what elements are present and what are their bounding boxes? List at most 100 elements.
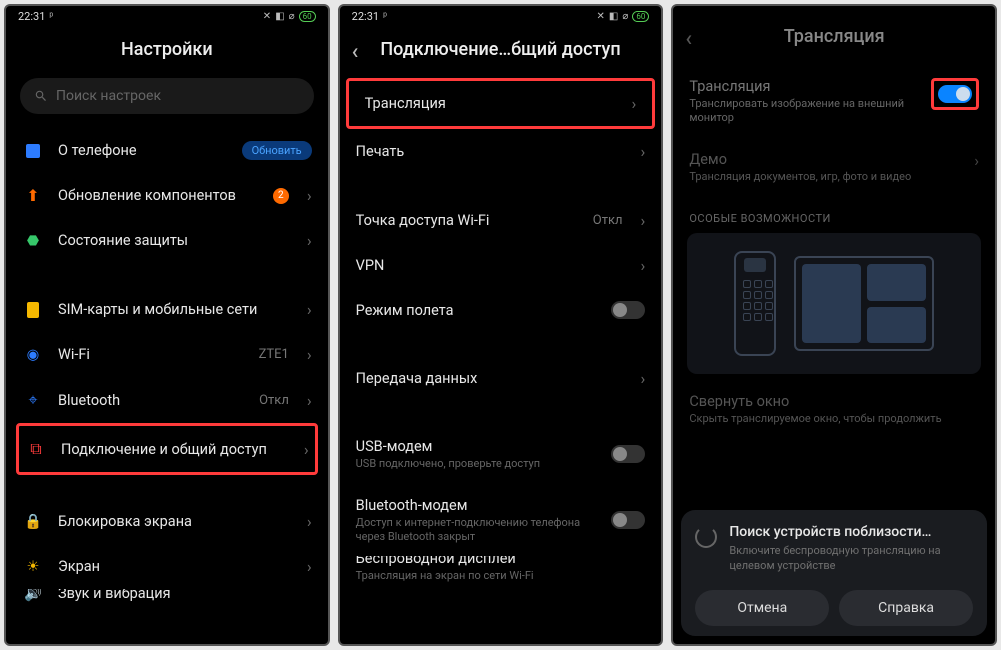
status-time: 22:31 [18, 10, 45, 23]
row-data-usage[interactable]: Передача данных › [340, 356, 662, 401]
chevron-right-icon: › [307, 345, 312, 364]
status-time: 22:31 [352, 10, 379, 23]
row-lock-screen[interactable]: 🔒 Блокировка экрана › [6, 499, 328, 544]
battery-icon: 60 [632, 11, 649, 22]
row-minimize[interactable]: Свернуть окно Скрыть транслируемое окно,… [673, 380, 995, 439]
row-label: Подключение и общий доступ [61, 441, 286, 458]
row-hotspot[interactable]: Точка доступа Wi-Fi Откл › [340, 198, 662, 243]
row-wifi[interactable]: ◉ Wi-Fi ZTE1 › [6, 332, 328, 377]
row-label: Передача данных [356, 370, 623, 387]
row-sublabel: Транслировать изображение на внешний мон… [689, 97, 917, 125]
row-value: ZTE1 [259, 347, 289, 362]
dnd-icon: ✕ [263, 11, 271, 22]
cast-diagram [687, 233, 981, 374]
row-label: Режим полета [356, 302, 598, 319]
usb-tether-toggle[interactable] [611, 445, 645, 463]
row-label: О телефоне [58, 142, 228, 159]
row-label: Состояние защиты [58, 232, 289, 249]
share-icon: ⧉ [25, 439, 47, 459]
row-label: Bluetooth [58, 392, 245, 409]
page-header: ‹ Подключение…бщий доступ [340, 25, 662, 78]
row-vpn[interactable]: VPN › [340, 243, 662, 288]
row-label: Печать [356, 143, 623, 160]
row-label: Звук и вибрация [58, 589, 312, 602]
row-sublabel: Трансляция документов, игр, фото и видео [689, 170, 956, 184]
row-display[interactable]: ☀ Экран › [6, 544, 328, 589]
row-sim-cards[interactable]: SIM-карты и мобильные сети › [6, 287, 328, 332]
chevron-right-icon: › [641, 211, 646, 230]
cast-toggle[interactable] [938, 85, 972, 103]
chevron-right-icon: › [641, 142, 646, 161]
chevron-right-icon: › [974, 151, 979, 170]
highlight-connection-sharing: ⧉ Подключение и общий доступ › [16, 423, 318, 475]
row-demo[interactable]: Демо Трансляция документов, игр, фото и … [673, 138, 995, 197]
row-cast[interactable]: Трансляция › [349, 81, 653, 126]
monitor-icon [794, 256, 934, 351]
phone-cast: ‹ Трансляция Трансляция Транслировать из… [671, 4, 997, 646]
row-connection-sharing[interactable]: ⧉ Подключение и общий доступ › [19, 426, 315, 472]
upload-icon: ⬆ [22, 186, 44, 205]
row-usb-tether[interactable]: USB-модем USB подключено, проверьте дост… [340, 425, 662, 484]
phone-info-icon [22, 144, 44, 158]
chevron-right-icon: › [307, 231, 312, 250]
row-label: SIM-карты и мобильные сети [58, 301, 289, 318]
status-bar: 22:31 ᵖ ✕ ◧ ⌀ 60 [6, 6, 328, 25]
update-button[interactable]: Обновить [242, 141, 312, 160]
row-airplane[interactable]: Режим полета [340, 288, 662, 332]
chevron-right-icon: › [641, 369, 646, 388]
help-button[interactable]: Справка [839, 590, 973, 626]
row-sublabel: Доступ к интернет-подключению телефона ч… [356, 516, 598, 544]
chevron-right-icon: › [307, 557, 312, 576]
row-cast[interactable]: Трансляция Транслировать изображение на … [673, 65, 995, 138]
notification-icon: ᵖ [383, 11, 387, 22]
row-sublabel: USB подключено, проверьте доступ [356, 457, 598, 471]
chevron-right-icon: › [641, 256, 646, 275]
page-title: Настройки [6, 25, 328, 78]
row-label: Wi-Fi [58, 346, 245, 363]
row-print[interactable]: Печать › [340, 129, 662, 174]
row-label: Экран [58, 558, 289, 575]
row-system-updates[interactable]: ⬆ Обновление компонентов 2 › [6, 173, 328, 218]
page-header: ‹ Трансляция [673, 12, 995, 65]
row-label: USB-модем [356, 438, 598, 455]
brightness-icon: ☀ [22, 558, 44, 575]
search-input[interactable]: Поиск настроек [20, 78, 314, 114]
row-label: Трансляция [689, 78, 917, 95]
back-button[interactable]: ‹ [685, 26, 692, 51]
chevron-right-icon: › [632, 94, 637, 113]
search-icon [34, 89, 48, 103]
row-label: Свернуть окно [689, 393, 979, 410]
sharing-list: Трансляция › Печать › Точка доступа Wi-F… [340, 78, 662, 644]
row-label: Демо [689, 151, 956, 168]
highlight-cast: Трансляция › [346, 78, 656, 129]
sheet-title: Поиск устройств поблизости… [729, 524, 973, 540]
row-label: Точка доступа Wi-Fi [356, 212, 579, 229]
page-title: Трансляция [784, 26, 885, 47]
dnd-icon: ✕ [596, 11, 604, 22]
row-bluetooth[interactable]: ⌖ Bluetooth Откл › [6, 377, 328, 423]
row-label: Bluetooth-модем [356, 497, 598, 514]
battery-icon: 60 [299, 11, 316, 22]
back-button[interactable]: ‹ [352, 39, 359, 64]
row-sound[interactable]: 🔊 Звук и вибрация [6, 589, 328, 606]
signal-icon: ◧ [609, 11, 618, 22]
row-about-phone[interactable]: О телефоне Обновить [6, 128, 328, 173]
wifi-icon: ⌀ [289, 11, 295, 22]
row-label: Обновление компонентов [58, 187, 259, 204]
row-value: Откл [259, 393, 289, 408]
airplane-toggle[interactable] [611, 301, 645, 319]
cancel-button[interactable]: Отмена [695, 590, 829, 626]
chevron-right-icon: › [307, 186, 312, 205]
row-bt-tether[interactable]: Bluetooth-модем Доступ к интернет-подклю… [340, 484, 662, 557]
row-security-status[interactable]: ⬣ Состояние защиты › [6, 218, 328, 263]
signal-icon: ◧ [275, 11, 284, 22]
sound-icon: 🔊 [22, 589, 44, 602]
badge-count: 2 [273, 188, 289, 204]
status-bar: 22:31 ᵖ ✕ ◧ ⌀ 60 [340, 6, 662, 25]
sim-icon [22, 302, 44, 318]
remote-icon [734, 251, 776, 356]
row-label: VPN [356, 257, 623, 274]
row-value: Откл [593, 213, 623, 228]
bt-tether-toggle[interactable] [611, 511, 645, 529]
row-wireless-display[interactable]: Беспроводной дисплей Трансляция на экран… [340, 556, 662, 584]
